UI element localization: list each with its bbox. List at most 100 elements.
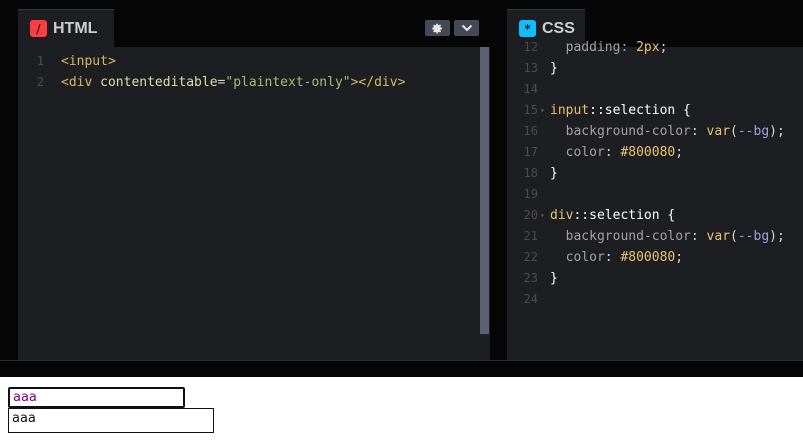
panel-splitter[interactable] bbox=[490, 0, 507, 360]
code-line[interactable]: 13} bbox=[507, 58, 803, 79]
code-text: div::selection { bbox=[550, 205, 675, 226]
code-token: contenteditable bbox=[100, 75, 218, 90]
code-token: ></div> bbox=[350, 75, 406, 90]
html-logo-icon: / bbox=[30, 20, 47, 37]
code-token: --bg bbox=[737, 124, 770, 139]
css-editor-panel: * CSS 12 padding: 2px; 13} 14 15 ▾ input::sel… bbox=[507, 9, 803, 360]
code-line[interactable]: 16 background-color: var(--bg); bbox=[507, 121, 803, 142]
code-text: } bbox=[550, 268, 558, 289]
line-number: 17 bbox=[523, 145, 538, 159]
code-token: var bbox=[706, 124, 731, 139]
code-line[interactable]: 1 <input> bbox=[18, 51, 490, 72]
line-number: 13 bbox=[523, 61, 538, 75]
code-token: : bbox=[604, 250, 621, 265]
code-line[interactable]: 15 ▾ input::selection { bbox=[507, 100, 803, 121]
line-number: 21 bbox=[523, 229, 538, 243]
settings-button[interactable] bbox=[425, 20, 450, 36]
code-token: padding: bbox=[550, 40, 637, 55]
line-number: 16 bbox=[523, 124, 538, 138]
collapse-button[interactable] bbox=[454, 20, 479, 36]
code-token: color bbox=[550, 145, 605, 160]
code-text: input::selection { bbox=[550, 100, 691, 121]
code-text: <div contenteditable="plaintext-only"></… bbox=[61, 72, 405, 93]
code-token: background-color bbox=[550, 229, 691, 244]
line-number: 14 bbox=[523, 82, 538, 96]
line-number: 20 bbox=[523, 208, 538, 222]
tab-css-label: CSS bbox=[542, 19, 575, 37]
code-token: ); bbox=[769, 229, 785, 244]
tab-html[interactable]: / HTML bbox=[18, 9, 114, 47]
code-token: var bbox=[706, 229, 731, 244]
code-line[interactable]: 12 padding: 2px; bbox=[507, 37, 803, 58]
code-token: background-color bbox=[550, 124, 691, 139]
code-token: ::selection bbox=[573, 208, 660, 223]
css-code-area[interactable]: 12 padding: 2px; 13} 14 15 ▾ input::selection… bbox=[507, 37, 803, 360]
css-logo-icon: * bbox=[519, 20, 536, 37]
html-editor-scrollbar[interactable] bbox=[480, 47, 489, 334]
line-number: 15 bbox=[523, 103, 538, 117]
code-line[interactable]: 14 bbox=[507, 79, 803, 100]
line-number: 23 bbox=[523, 271, 538, 285]
demo-contenteditable-div[interactable]: aaa bbox=[8, 408, 214, 433]
code-line[interactable]: 17 color: #800080; bbox=[507, 142, 803, 163]
code-token: <div bbox=[61, 75, 101, 90]
code-token: <input> bbox=[61, 54, 116, 69]
line-number: 19 bbox=[523, 187, 538, 201]
preview-resizer[interactable] bbox=[0, 360, 803, 377]
code-token: "plaintext-only" bbox=[225, 75, 351, 90]
html-code-area[interactable]: 1 <input> 2 <div contenteditable="plaintext… bbox=[18, 47, 490, 360]
html-editor-panel: / HTML 1 <input> 2 <div contenteditable="pl… bbox=[18, 9, 490, 360]
code-line[interactable]: 2 <div contenteditable="plaintext-only"><… bbox=[18, 72, 490, 93]
code-token: } bbox=[550, 166, 558, 181]
code-line[interactable]: 24 bbox=[507, 289, 803, 310]
tab-html-label: HTML bbox=[53, 19, 98, 37]
line-number: 1 bbox=[36, 54, 44, 68]
code-editors: / HTML 1 <input> 2 <div contenteditable="pl… bbox=[0, 0, 803, 360]
code-line[interactable]: 20 ▾ div::selection { bbox=[507, 205, 803, 226]
chevron-down-icon bbox=[461, 24, 472, 32]
code-token: { bbox=[659, 208, 676, 223]
code-text: <input> bbox=[61, 51, 116, 72]
line-number: 24 bbox=[523, 292, 538, 306]
result-preview: aaa bbox=[0, 377, 803, 441]
code-token: : bbox=[690, 229, 707, 244]
line-number: 22 bbox=[523, 250, 538, 264]
code-text: } bbox=[550, 58, 558, 79]
code-token: } bbox=[550, 271, 558, 286]
code-token: ( bbox=[730, 124, 738, 139]
code-text: padding: 2px; bbox=[550, 37, 668, 58]
code-token: } bbox=[550, 61, 558, 76]
code-text: } bbox=[550, 163, 558, 184]
code-line[interactable]: 21 background-color: var(--bg); bbox=[507, 226, 803, 247]
gear-icon bbox=[432, 23, 442, 33]
code-text: background-color: var(--bg); bbox=[550, 226, 785, 247]
code-token: input bbox=[550, 103, 590, 118]
html-panel-actions bbox=[425, 20, 479, 36]
code-token: ( bbox=[730, 229, 738, 244]
code-token: ::selection bbox=[589, 103, 676, 118]
code-token: 2px bbox=[636, 40, 660, 55]
code-text: color: #800080; bbox=[550, 247, 683, 268]
html-panel-header: / HTML bbox=[18, 9, 490, 47]
fold-arrow-icon[interactable]: ▾ bbox=[540, 205, 545, 226]
code-token: div bbox=[550, 208, 574, 223]
code-token: : bbox=[690, 124, 707, 139]
code-line[interactable]: 23} bbox=[507, 268, 803, 289]
code-token: #800080 bbox=[620, 250, 676, 265]
code-line[interactable]: 19 bbox=[507, 184, 803, 205]
code-token: ); bbox=[769, 124, 785, 139]
demo-text-input[interactable] bbox=[8, 387, 185, 408]
code-token: ; bbox=[675, 145, 684, 160]
code-token: ; bbox=[675, 250, 684, 265]
line-number: 2 bbox=[36, 75, 44, 89]
code-token: #800080 bbox=[620, 145, 676, 160]
fold-arrow-icon[interactable]: ▾ bbox=[540, 100, 545, 121]
code-token: { bbox=[675, 103, 691, 118]
code-text: color: #800080; bbox=[550, 142, 683, 163]
code-token: : bbox=[604, 145, 621, 160]
code-line[interactable]: 22 color: #800080; bbox=[507, 247, 803, 268]
code-line[interactable]: 18} bbox=[507, 163, 803, 184]
code-token: color bbox=[550, 250, 605, 265]
line-number: 18 bbox=[523, 166, 538, 180]
code-token: ; bbox=[659, 40, 668, 55]
